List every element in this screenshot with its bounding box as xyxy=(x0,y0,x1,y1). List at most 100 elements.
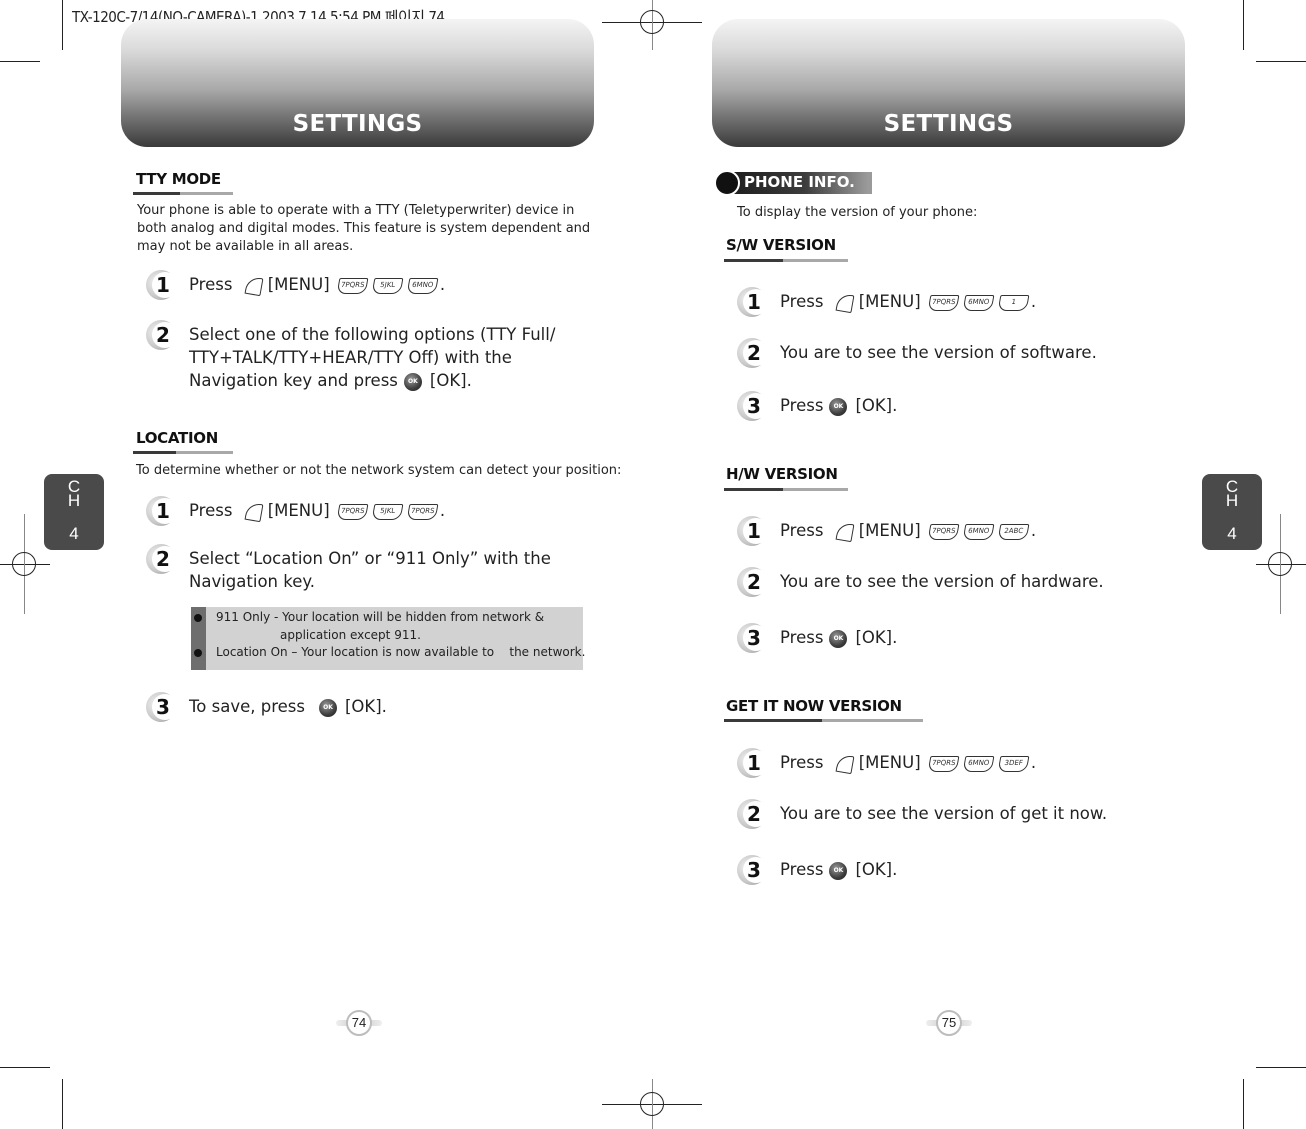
step-prefix: Press xyxy=(189,275,233,294)
left-soft-key-icon xyxy=(835,753,855,774)
key-7-icon: 7PQRS xyxy=(406,503,439,520)
step-text: You are to see the version of get it now… xyxy=(780,804,1108,823)
key-1-icon: 1 xyxy=(997,294,1030,311)
step-line: Navigation key. xyxy=(189,572,316,591)
hw-step-1: 1 Press [MENU] 7PQRS 6MNO 2ABC. xyxy=(737,516,1036,550)
key-5-icon: 5JKL xyxy=(371,503,404,520)
step-number-badge: 1 xyxy=(146,270,180,304)
step-prefix: To save, press xyxy=(189,697,305,716)
ok-key-icon: OK xyxy=(829,629,848,648)
ok-key-icon: OK xyxy=(403,372,422,391)
section-underline xyxy=(133,192,233,195)
section-heading-location: LOCATION xyxy=(136,429,218,447)
step-suffix: . xyxy=(439,501,446,520)
ok-key-icon: OK xyxy=(318,698,337,717)
chapter-tab: CH 4 xyxy=(1202,474,1262,550)
key-6-icon: 6MNO xyxy=(406,277,439,294)
gin-step-3: 3 Press OK [OK]. xyxy=(737,855,897,889)
step-number-badge: 1 xyxy=(737,748,771,782)
step-line: Select “Location On” or “911 Only” with … xyxy=(189,549,551,568)
key-7-icon: 7PQRS xyxy=(927,523,960,540)
phone-info-label: PHONE INFO. xyxy=(744,173,855,191)
phone-info-badge: PHONE INFO. xyxy=(714,170,872,196)
chapter-tab: CH 4 xyxy=(44,474,104,550)
ok-label: [OK]. xyxy=(855,860,898,879)
step-suffix: . xyxy=(1030,521,1037,540)
registration-circle xyxy=(640,10,664,34)
registration-circle xyxy=(12,552,36,576)
section-underline xyxy=(133,451,233,454)
gin-step-2: 2 You are to see the version of get it n… xyxy=(737,799,1107,833)
sw-step-1: 1 Press [MENU] 7PQRS 6MNO 1. xyxy=(737,287,1036,321)
step-text: Select “Location On” or “911 Only” with … xyxy=(180,544,551,593)
ok-label: [OK]. xyxy=(855,628,898,647)
ok-label: [OK]. xyxy=(855,396,898,415)
ok-label: [OK]. xyxy=(429,371,472,390)
step-text: Press OK [OK]. xyxy=(771,623,897,649)
section-underline xyxy=(724,259,848,262)
step-text: Press [MENU] 7PQRS 5JKL 6MNO. xyxy=(180,270,445,296)
step-text: Press [MENU] 7PQRS 6MNO 2ABC. xyxy=(771,516,1036,542)
step-text: Press [MENU] 7PQRS 6MNO 1. xyxy=(771,287,1036,313)
tty-step-2: 2 Select one of the following options (T… xyxy=(146,320,555,392)
step-number-badge: 2 xyxy=(737,567,771,601)
section-underline xyxy=(724,488,848,491)
registration-circle xyxy=(1268,552,1292,576)
gin-step-1: 1 Press [MENU] 7PQRS 6MNO 3DEF. xyxy=(737,748,1036,782)
registration-circle xyxy=(640,1092,664,1116)
tty-description: Your phone is able to operate with a TTY… xyxy=(137,202,607,256)
step-text: Press [MENU] 7PQRS 5JKL 7PQRS. xyxy=(180,496,445,522)
crop-mark xyxy=(1243,1079,1244,1129)
hw-step-2: 2 You are to see the version of hardware… xyxy=(737,567,1104,601)
chapter-letters: CH xyxy=(1225,477,1239,510)
menu-label: [MENU] xyxy=(858,292,921,311)
step-text: You are to see the version of hardware. xyxy=(780,572,1104,591)
step-prefix: Press xyxy=(780,628,824,647)
key-5-icon: 5JKL xyxy=(371,277,404,294)
location-notes-box: 911 Only - Your location will be hidden … xyxy=(191,607,585,670)
left-soft-key-icon xyxy=(835,521,855,542)
step-prefix: Press xyxy=(780,753,824,772)
key-7-icon: 7PQRS xyxy=(927,755,960,772)
location-step-2: 2 Select “Location On” or “911 Only” wit… xyxy=(146,544,551,593)
sw-step-3: 3 Press OK [OK]. xyxy=(737,391,897,425)
menu-label: [MENU] xyxy=(858,521,921,540)
step-suffix: . xyxy=(1030,292,1037,311)
menu-label: [MENU] xyxy=(267,501,330,520)
step-number-badge: 2 xyxy=(146,320,180,354)
page-title: SETTINGS xyxy=(292,111,423,137)
step-text: Press [MENU] 7PQRS 6MNO 3DEF. xyxy=(771,748,1036,774)
step-line: TTY+TALK/TTY+HEAR/TTY Off) with the xyxy=(189,348,512,367)
step-number-badge: 1 xyxy=(146,496,180,530)
step-number-badge: 2 xyxy=(737,799,771,833)
key-6-icon: 6MNO xyxy=(962,755,995,772)
crop-mark xyxy=(62,1079,63,1129)
step-suffix: . xyxy=(439,275,446,294)
step-text: Select one of the following options (TTY… xyxy=(180,320,555,392)
step-number-badge: 2 xyxy=(146,544,180,578)
step-prefix: Press xyxy=(189,501,233,520)
step-line: Select one of the following options (TTY… xyxy=(189,325,556,344)
key-3-icon: 3DEF xyxy=(997,755,1030,772)
step-prefix: Press xyxy=(780,292,824,311)
left-soft-key-icon xyxy=(244,275,264,296)
bullet-icon xyxy=(194,649,202,657)
page-number: 74 xyxy=(346,1010,372,1036)
ok-label: [OK]. xyxy=(344,697,387,716)
step-number-badge: 1 xyxy=(737,287,771,321)
page-title: SETTINGS xyxy=(883,111,1014,137)
chapter-number: 4 xyxy=(69,524,79,543)
description-line: Your phone is able to operate with a TTY… xyxy=(137,203,575,218)
location-step-1: 1 Press [MENU] 7PQRS 5JKL 7PQRS. xyxy=(146,496,445,530)
note-911-only: 911 Only - Your location will be hidden … xyxy=(216,610,545,624)
menu-label: [MENU] xyxy=(267,275,330,294)
hw-step-3: 3 Press OK [OK]. xyxy=(737,623,897,657)
note-911-only-cont: application except 911. xyxy=(280,628,421,642)
crop-mark xyxy=(62,0,63,50)
crop-mark xyxy=(1256,61,1306,62)
page-number: 75 xyxy=(936,1010,962,1036)
ok-key-icon: OK xyxy=(829,397,848,416)
left-soft-key-icon xyxy=(835,292,855,313)
sw-step-2: 2 You are to see the version of software… xyxy=(737,338,1097,372)
key-7-icon: 7PQRS xyxy=(336,503,369,520)
